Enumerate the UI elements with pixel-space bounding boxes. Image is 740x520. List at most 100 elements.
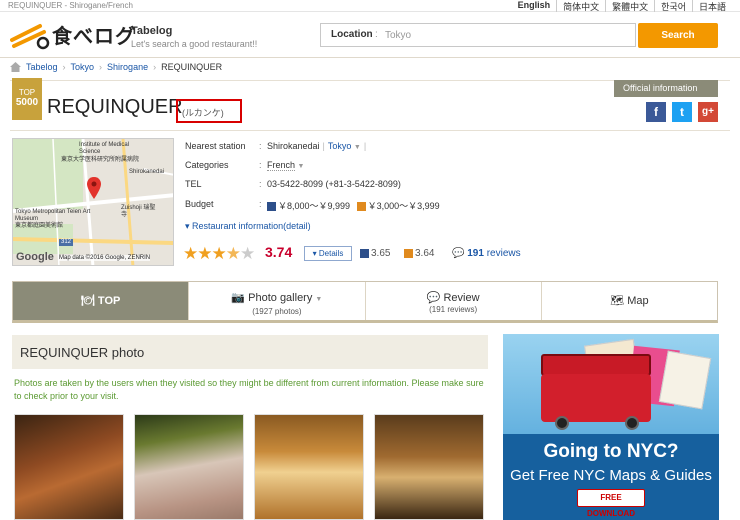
ad-illustration [503,334,719,434]
star-rating: ★★★★★ [183,244,255,264]
info-colon: : [259,141,262,151]
logo-text[interactable]: 食べログ [52,20,136,49]
station-city-link[interactable]: Tokyo [328,141,352,151]
dinner-rating: 3.65 [360,248,390,259]
details-label: Details [318,249,344,258]
caret-down-icon[interactable]: ▼ [298,163,305,170]
bus-upper-deck-icon [541,354,651,376]
tab-review-label: Review [443,292,480,304]
map-label-shirokanedai: Shirokanedai [129,169,165,175]
restaurant-map[interactable]: Institute of Medical Science 東京大学医科研究所附属… [12,138,174,266]
tab-map[interactable]: 🗺 Map [540,282,717,320]
map-credit: Map data ©2016 Google, ZENRIN [59,255,151,261]
photo-thumbnail-2[interactable] [134,414,244,520]
lunch-sun-icon [356,202,366,212]
tab-photo-label: Photo gallery [248,292,313,304]
map-label-route-312: 312 [59,239,74,246]
budget-dinner: ￥8,000～￥9,999 [278,201,351,211]
photo-section-heading: REQUINQUER photo [12,335,488,369]
budget-lunch: ￥3,000～￥3,999 [367,201,440,211]
info-row-tel: TEL : 03-5422-8099 (+81-3-5422-8099) [185,179,401,189]
fork-knife-icon: 🍽 [80,295,98,307]
divider [10,130,730,131]
station-value: Shirokanedai | Tokyo ▼ | [267,141,367,151]
breadcrumb-tokyo[interactable]: Tokyo [71,62,95,72]
breadcrumb-tabelog[interactable]: Tabelog [26,62,58,72]
info-row-budget: Budget : ￥8,000～￥9,999 ￥3,000～￥3,999 [185,199,440,212]
dinner-moon-icon [360,248,369,258]
category-link[interactable]: French [267,160,296,171]
restaurant-kana-highlight: (ルカンケ) [176,99,242,123]
lunch-sun-icon [404,248,413,258]
station-name: Shirokanedai [267,141,320,151]
badge-top-label: TOP [18,88,36,97]
photo-thumbnail-3[interactable] [254,414,364,520]
dinner-rating-value: 3.65 [371,248,391,259]
map-person-icon: 🗺 [610,295,628,307]
map-label-teien-museum-jp: 東京都庭園美術館 [15,223,64,229]
top-strip: REQUINQUER - Shirogane/French English 简体… [0,0,740,13]
info-colon: : [259,160,262,170]
star-rating-empty: ★ [239,244,255,263]
star-rating-filled: ★★★ [183,244,227,263]
budget-key: Budget [185,199,214,209]
photo-thumbnail-4[interactable] [374,414,484,520]
google-logo: Google [16,251,54,263]
official-information-label[interactable]: Official information [614,80,718,97]
map-label-teien-museum: Tokyo Metropolitan Teien Art Museum [15,209,91,222]
info-row-categories: Categories : French ▼ [185,160,305,171]
home-icon [10,62,21,72]
chevron-right-icon: › [99,62,103,72]
google-plus-share-icon[interactable]: g+ [698,102,718,122]
station-key: Nearest station [185,141,246,151]
breadcrumb-current: REQUINQUER [161,62,223,72]
nyc-advertisement[interactable]: Going to NYC? Get Free NYC Maps & Guides… [503,334,719,520]
photo-thumbnail-1[interactable] [14,414,124,520]
badge-number: 5000 [15,97,39,108]
map-label-hospital: 東京大学医科研究所附属病院 [61,157,140,163]
restaurant-detail-link[interactable]: ▾ Restaurant information(detail) [185,221,311,232]
map-label-zuishoji: Zuishoji 瑞聖寺 [121,205,156,218]
double-decker-bus-icon [541,374,651,422]
twitter-share-icon[interactable]: t [672,102,692,122]
bus-wheel-icon [555,416,569,430]
location-input[interactable] [385,27,625,43]
tab-photo-gallery[interactable]: 📷 Photo gallery ▼ (1927 photos) [188,282,364,320]
facebook-share-icon[interactable]: f [646,102,666,122]
tab-top[interactable]: 🍽 TOP [13,282,189,320]
page-caption: REQUINQUER - Shirogane/French [8,1,133,10]
lunch-rating-value: 3.64 [415,248,435,259]
map-pin-icon [87,177,101,199]
breadcrumb: Tabelog › Tokyo › Shirogane › REQUINQUER [10,62,222,72]
chopsticks-logo-icon[interactable] [10,22,50,50]
categories-key: Categories [185,160,229,170]
tel-key: TEL [185,179,202,189]
detail-link-label: Restaurant information(detail) [192,221,311,231]
location-colon: : [375,29,378,40]
review-count-link[interactable]: 💬 191 reviews [452,248,521,259]
star-rating-partial: ★ [225,244,241,263]
review-count: 191 [467,248,484,259]
caret-down-icon[interactable]: ▼ [354,144,361,151]
chevron-right-icon: › [153,62,157,72]
site-header: 食べログ Tabelog Let's search a good restaur… [0,12,740,58]
search-button[interactable]: Search [638,23,718,48]
tel-value: 03-5422-8099 (+81-3-5422-8099) [267,179,401,189]
info-colon: : [259,179,262,189]
categories-value: French ▼ [267,160,305,171]
tagline: Let's search a good restaurant!! [131,39,258,49]
rating-score: 3.74 [265,244,293,260]
restaurant-tabs: 🍽 TOP 📷 Photo gallery ▼ (1927 photos) 💬 … [12,281,718,323]
dinner-moon-icon [267,202,276,212]
location-label: Location [331,29,373,40]
ad-guide-brochure [658,350,712,410]
breadcrumb-shirogane[interactable]: Shirogane [107,62,148,72]
restaurant-name: REQUINQUER [47,96,183,118]
ad-headline: Going to NYC? [543,441,679,462]
map-label-institute: Institute of Medical Science [79,142,130,155]
bus-wheel-icon [625,416,639,430]
ad-download-button[interactable]: FREE DOWNLOAD [577,489,645,518]
rating-details-button[interactable]: ▾ Details [304,246,352,261]
brand-name: Tabelog [131,25,173,37]
tab-review[interactable]: 💬 Review (191 reviews) [364,282,541,320]
